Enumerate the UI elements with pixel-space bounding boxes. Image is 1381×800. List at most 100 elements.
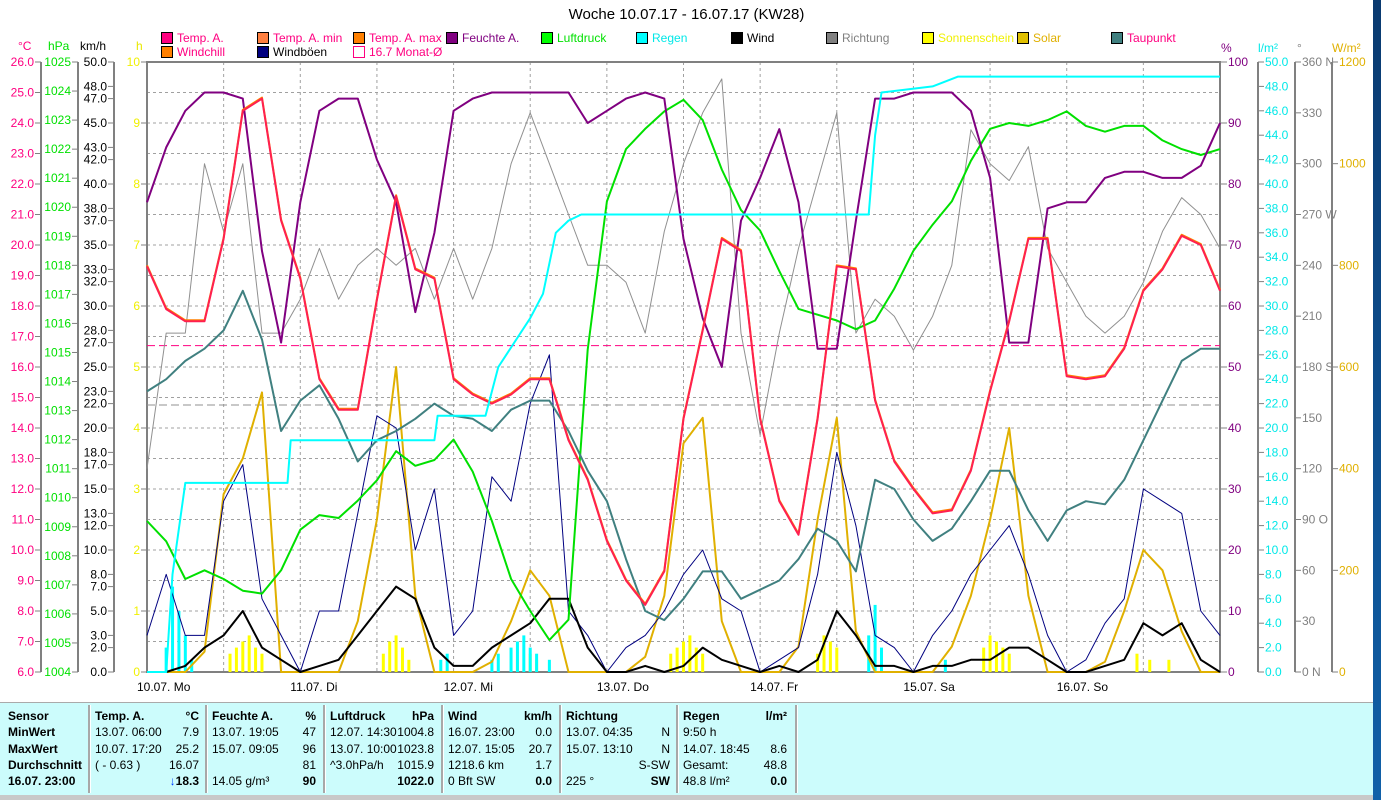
- tick-label-humidity: 50: [1228, 360, 1242, 374]
- tick-label-solar: 800: [1339, 258, 1359, 272]
- column-divider: [559, 705, 562, 793]
- legend-swatch: [636, 32, 648, 44]
- stat-value: 48.8: [764, 758, 787, 774]
- legend-swatch: [161, 46, 173, 58]
- tick-label-temp: 14.0: [11, 421, 35, 435]
- stat-value-text: 90: [302, 774, 316, 789]
- legend-label: Regen: [652, 31, 688, 45]
- rain-rate-bar: [528, 647, 532, 672]
- column-header: Luftdruck hPa: [330, 709, 434, 725]
- stat-label: 13.07. 06:00: [95, 725, 162, 740]
- tick-label-dir: 330: [1302, 106, 1322, 120]
- tick-label-wind: 17.0: [84, 458, 108, 472]
- sunshine-bar: [407, 659, 411, 672]
- legend-label: Feuchte A.: [462, 31, 520, 45]
- tick-label-temp: 7.0: [17, 635, 34, 649]
- stat-column: Wind km/h 16.07. 23:00 0.0 12.07. 15:05 20.7 1…: [448, 709, 552, 793]
- legend-label: Richtung: [842, 31, 890, 45]
- stat-row: 14.07. 18:45 8.6: [683, 742, 787, 758]
- legend-swatch: [257, 32, 269, 44]
- tick-label-rain: 48.0: [1265, 79, 1289, 93]
- tick-label-dir: 180 S: [1302, 360, 1333, 374]
- row-label-max: MaxWert: [8, 741, 58, 756]
- legend-item: Solar: [1017, 31, 1061, 45]
- tick-label-rain: 12.0: [1265, 519, 1289, 533]
- tick-label-rain: 38.0: [1265, 201, 1289, 215]
- tick-label-pressure: 1012: [44, 433, 71, 447]
- column-header: Temp. A. °C: [95, 709, 199, 725]
- legend-swatch: [257, 46, 269, 58]
- tick-label-sun: 9: [133, 116, 140, 130]
- tick-label-humidity: 0: [1228, 665, 1235, 679]
- tick-label-temp: 19.0: [11, 269, 35, 283]
- tick-label-temp: 15.0: [11, 391, 35, 405]
- tick-label-humidity: 20: [1228, 543, 1242, 557]
- stat-value: 8.6: [770, 742, 787, 758]
- legend-item: Luftdruck: [541, 31, 606, 45]
- stat-row: 13.07. 04:35 N: [566, 725, 670, 741]
- tick-label-rain: 8.0: [1265, 567, 1282, 581]
- tick-label-temp: 17.0: [11, 330, 35, 344]
- column-title: Luftdruck: [330, 709, 386, 723]
- tick-label-temp: 8.0: [17, 604, 34, 618]
- stat-value: 25.2: [176, 742, 199, 758]
- tick-label-temp: 13.0: [11, 452, 35, 466]
- stat-value: 81: [303, 758, 316, 774]
- tick-label-wind: 15.0: [84, 482, 108, 496]
- stat-label: 15.07. 09:05: [212, 741, 279, 756]
- sunshine-bar: [228, 653, 232, 672]
- legend-item: Temp. A. min: [257, 31, 342, 45]
- statistics-table: Sensor MinWert MaxWert Durchschnitt 16.0…: [0, 702, 1373, 796]
- tick-label-wind: 0.0: [90, 665, 107, 679]
- stat-value: 20.7: [529, 742, 552, 758]
- tick-label-temp: 21.0: [11, 208, 35, 222]
- stat-label: 12.07. 14:30: [330, 725, 397, 740]
- stat-value: 47: [303, 725, 316, 741]
- rain-rate-bar: [535, 653, 539, 672]
- stat-row: 13.07. 19:05 47: [212, 725, 316, 741]
- day-label: 16.07. So: [1057, 680, 1109, 694]
- weather-chart: 26.025.024.023.022.021.020.019.018.017.0…: [11, 55, 1366, 694]
- rain-rate-bar: [515, 641, 519, 672]
- tick-label-sun: 10: [127, 55, 141, 69]
- legend-item: Feuchte A.: [446, 31, 519, 45]
- tick-label-dir: 30: [1302, 614, 1316, 628]
- stat-value-text: 1022.0: [397, 774, 434, 789]
- tick-label-temp: 9.0: [17, 574, 34, 588]
- tick-label-temp: 22.0: [11, 177, 35, 191]
- stat-value: 0.0: [535, 774, 552, 790]
- tick-label-wind: 22.0: [84, 397, 108, 411]
- legend-item: Regen: [636, 31, 687, 45]
- stat-value: N: [661, 742, 670, 758]
- legend-item: Sonnenschein: [922, 31, 1014, 45]
- tick-label-solar: 200: [1339, 563, 1359, 577]
- legend-swatch: [731, 32, 743, 44]
- legend-item: Temp. A. max: [353, 31, 442, 45]
- tick-label-rain: 2.0: [1265, 641, 1282, 655]
- tick-label-wind: 47.0: [84, 92, 108, 106]
- tick-label-dir: 150: [1302, 411, 1322, 425]
- chart-title: Woche 10.07.17 - 16.07.17 (KW28): [568, 6, 805, 23]
- rain-rate-bar: [177, 611, 181, 672]
- stat-label: 13.07. 19:05: [212, 725, 279, 740]
- stat-value: 0.0: [770, 774, 787, 790]
- column-unit: %: [305, 709, 316, 723]
- tick-label-wind: 50.0: [84, 55, 108, 69]
- legend-label: Temp. A.: [177, 31, 224, 45]
- stat-value-text: 0.0: [535, 774, 552, 789]
- stat-label: 14.05 g/m³: [212, 774, 270, 789]
- stat-value-text: 48.8: [763, 757, 787, 772]
- tick-label-solar: 0: [1339, 665, 1346, 679]
- stat-row: ( - 0.63 ) 16.07: [95, 758, 199, 774]
- stat-value-text: 1.7: [535, 757, 552, 772]
- unit-temp: °C: [18, 39, 32, 53]
- tick-label-rain: 28.0: [1265, 323, 1289, 337]
- tick-label-temp: 23.0: [11, 147, 35, 161]
- stat-label: 12.07. 15:05: [448, 741, 515, 756]
- tick-label-pressure: 1011: [45, 462, 71, 476]
- tick-label-rain: 10.0: [1265, 543, 1289, 557]
- stat-value: SW: [651, 774, 670, 790]
- stat-value-text: SW: [650, 774, 670, 789]
- legend-swatch: [922, 32, 934, 44]
- column-divider: [88, 705, 91, 793]
